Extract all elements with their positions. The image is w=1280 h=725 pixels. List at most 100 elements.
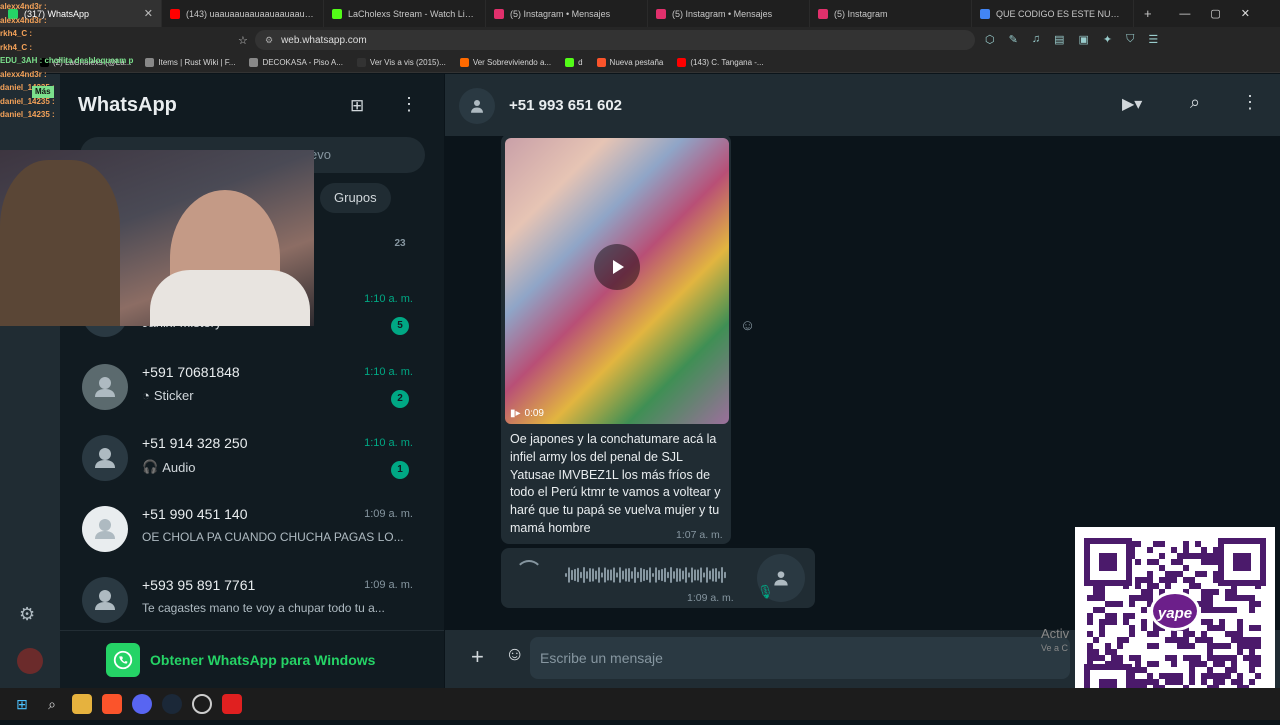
bookmark-label: DECOKASA - Piso A...	[262, 58, 343, 67]
browser-tab[interactable]: (5) Instagram	[810, 0, 972, 27]
tab-title: (5) Instagram	[834, 8, 888, 19]
windows-taskbar: ⊞ ⌕	[0, 688, 1280, 720]
bookmark-item[interactable]: Nueva pestaña	[596, 58, 664, 67]
windows-start-icon[interactable]: ⊞	[12, 694, 32, 714]
stream-chat-line: alexx4nd3r :	[0, 2, 47, 11]
url-text: web.whatsapp.com	[281, 34, 367, 46]
new-tab-icon[interactable]: +	[1134, 6, 1162, 21]
attach-plus-icon[interactable]: +	[471, 644, 484, 670]
file-explorer-icon[interactable]	[72, 694, 92, 714]
contact-avatar[interactable]	[459, 88, 495, 124]
steam-icon[interactable]	[162, 694, 182, 714]
sticker-icon: ◔	[142, 388, 150, 403]
taskbar-search-icon[interactable]: ⌕	[42, 694, 62, 714]
chat-list-item[interactable]: +591 70681848 1:10 a. m. ◔ Sticker 2	[60, 352, 440, 423]
chat-preview: OE CHOLA PA CUANDO CHUCHA PAGAS LO...	[142, 530, 404, 544]
waveform-icon[interactable]	[565, 566, 729, 584]
bookmark-item[interactable]: Ver Vis a vis (2015)...	[356, 58, 446, 67]
chat-preview-text: OE CHOLA PA CUANDO CHUCHA PAGAS LO...	[142, 530, 404, 544]
chat-menu-icon[interactable]: ⋮	[1241, 92, 1259, 113]
microphone-icon: 🎙	[757, 584, 774, 599]
browser-tab[interactable]: LaCholexs Stream - Watch Live on Ki	[324, 0, 486, 27]
chat-list-item[interactable]: +51 990 451 140 1:09 a. m. OE CHOLA PA CUA…	[60, 494, 440, 565]
wallet-icon[interactable]: ▣	[1078, 33, 1088, 46]
settings-icon[interactable]: ⚙	[19, 604, 35, 625]
minimize-icon[interactable]: —	[1179, 8, 1190, 20]
react-emoji-icon[interactable]: ☺	[740, 317, 755, 334]
browser-tab[interactable]: (5) Instagram • Mensajes	[648, 0, 810, 27]
menu-icon[interactable]: ☰	[1148, 33, 1158, 46]
play-icon[interactable]	[594, 244, 640, 290]
extension-icon[interactable]: ♫	[1032, 33, 1040, 46]
bookmark-label: d	[578, 58, 583, 67]
chat-name: +591 70681848	[142, 364, 240, 380]
stream-chat-line: alexx4nd3r :	[0, 15, 47, 25]
shield-icon[interactable]: ⛉	[1126, 33, 1134, 46]
chat-preview: 🎧 Audio	[142, 459, 195, 475]
activate-windows-text: Activ	[1041, 626, 1070, 641]
stream-chat-overlay: alexx4nd3r : alexx4nd3r : rkh4_C : rkh4_C :…	[0, 0, 133, 140]
loading-spinner-icon	[515, 560, 543, 588]
app-title: WhatsApp	[78, 93, 177, 116]
bookmark-item[interactable]: d	[565, 58, 583, 67]
chat-list-item[interactable]: +51 914 328 250 1:10 a. m. 🎧 Audio 1	[60, 423, 440, 494]
browser-tab[interactable]: (143) uaauaauaauaauaauaauaauaau	[162, 0, 324, 27]
profile-avatar[interactable]	[17, 648, 43, 674]
app-icon[interactable]	[222, 694, 242, 714]
message-input[interactable]: Escribe un mensaje	[530, 637, 1070, 679]
chat-list-item[interactable]: +593 95 891 7761 1:09 a. m. Te cagastes ma…	[60, 565, 440, 636]
bookmark-item[interactable]: (143) C. Tangana -...	[677, 58, 764, 67]
stream-chat-line: alexx4nd3r :	[0, 69, 47, 79]
get-app-banner[interactable]: Obtener WhatsApp para Windows	[60, 630, 444, 688]
video-call-icon[interactable]: ▶▾	[1122, 94, 1142, 114]
close-window-icon[interactable]: ✕	[1241, 7, 1250, 20]
chat-time: 1:09 a. m.	[364, 579, 413, 591]
bookmark-favicon-icon	[356, 58, 366, 67]
chat-preview-text: Te cagastes mano te voy a chupar todo tu…	[142, 601, 385, 615]
sidebar-header: WhatsApp ⊞ ⋮	[60, 74, 444, 136]
contact-name[interactable]: +51 993 651 602	[509, 97, 622, 114]
bookmark-label: Ver Sobreviviendo a...	[472, 58, 552, 67]
extension-icon[interactable]: ⬡	[985, 33, 995, 46]
maximize-icon[interactable]: ▢	[1210, 7, 1220, 20]
close-tab-icon[interactable]: ✕	[144, 7, 153, 20]
bookmark-label: Ver Vis a vis (2015)...	[369, 58, 446, 67]
unread-badge: 5	[391, 317, 409, 335]
tab-title: (143) uaauaauaauaauaauaauaauaau	[186, 8, 315, 19]
bookmark-label: Items | Rust Wiki | F...	[158, 58, 236, 67]
bookmarks-bar: (2) LaCholexs (@La... Items | Rust Wiki |…	[0, 53, 1280, 73]
ai-icon[interactable]: ✦	[1103, 33, 1112, 46]
search-icon[interactable]: ⌕	[1190, 92, 1200, 113]
tab-favicon-icon	[494, 8, 504, 19]
tab-title: LaCholexs Stream - Watch Live on Ki	[348, 8, 477, 19]
chat-name: +593 95 891 7761	[142, 577, 256, 593]
unread-badge: 2	[391, 390, 409, 408]
filter-groups-chip[interactable]: Grupos	[320, 183, 391, 213]
obs-icon[interactable]	[192, 694, 212, 714]
tab-title: (5) Instagram • Mensajes	[510, 8, 611, 19]
brave-browser-icon[interactable]	[102, 694, 122, 714]
discord-icon[interactable]	[132, 694, 152, 714]
webcam-overlay	[0, 150, 314, 326]
new-chat-icon[interactable]: ⊞	[350, 96, 364, 116]
bookmark-label: Nueva pestaña	[609, 58, 664, 67]
chat-time: 1:09 a. m.	[364, 508, 413, 520]
browser-tab[interactable]: QUE CODIGO ES ESTE NUMERO +5	[972, 0, 1134, 27]
sticker-emoji-icon[interactable]: ☺	[505, 644, 524, 666]
sidebar-icon[interactable]: ▤	[1054, 33, 1064, 46]
stream-chat-line: rkh4_C :	[0, 42, 33, 52]
window-controls: — ▢ ✕	[1179, 0, 1280, 27]
browser-tab[interactable]: (5) Instagram • Mensajes	[486, 0, 648, 27]
bookmark-icon[interactable]: ☆	[238, 34, 248, 47]
video-camera-icon: ▮▸	[510, 408, 521, 419]
conversation-header: +51 993 651 602 ▶▾ ⌕ ⋮	[445, 74, 1280, 136]
extension-icon[interactable]: ✎	[1009, 33, 1018, 46]
url-field[interactable]: ⚙ web.whatsapp.com	[255, 30, 975, 50]
unread-badge: 1	[391, 461, 409, 479]
site-info-icon[interactable]: ⚙	[265, 35, 273, 46]
bookmark-item[interactable]: Items | Rust Wiki | F...	[145, 58, 235, 67]
menu-dots-icon[interactable]: ⋮	[400, 94, 418, 115]
message-time: 1:07 a. m.	[676, 529, 723, 541]
bookmark-item[interactable]: Ver Sobreviviendo a...	[459, 58, 552, 67]
bookmark-item[interactable]: DECOKASA - Piso A...	[249, 58, 343, 67]
